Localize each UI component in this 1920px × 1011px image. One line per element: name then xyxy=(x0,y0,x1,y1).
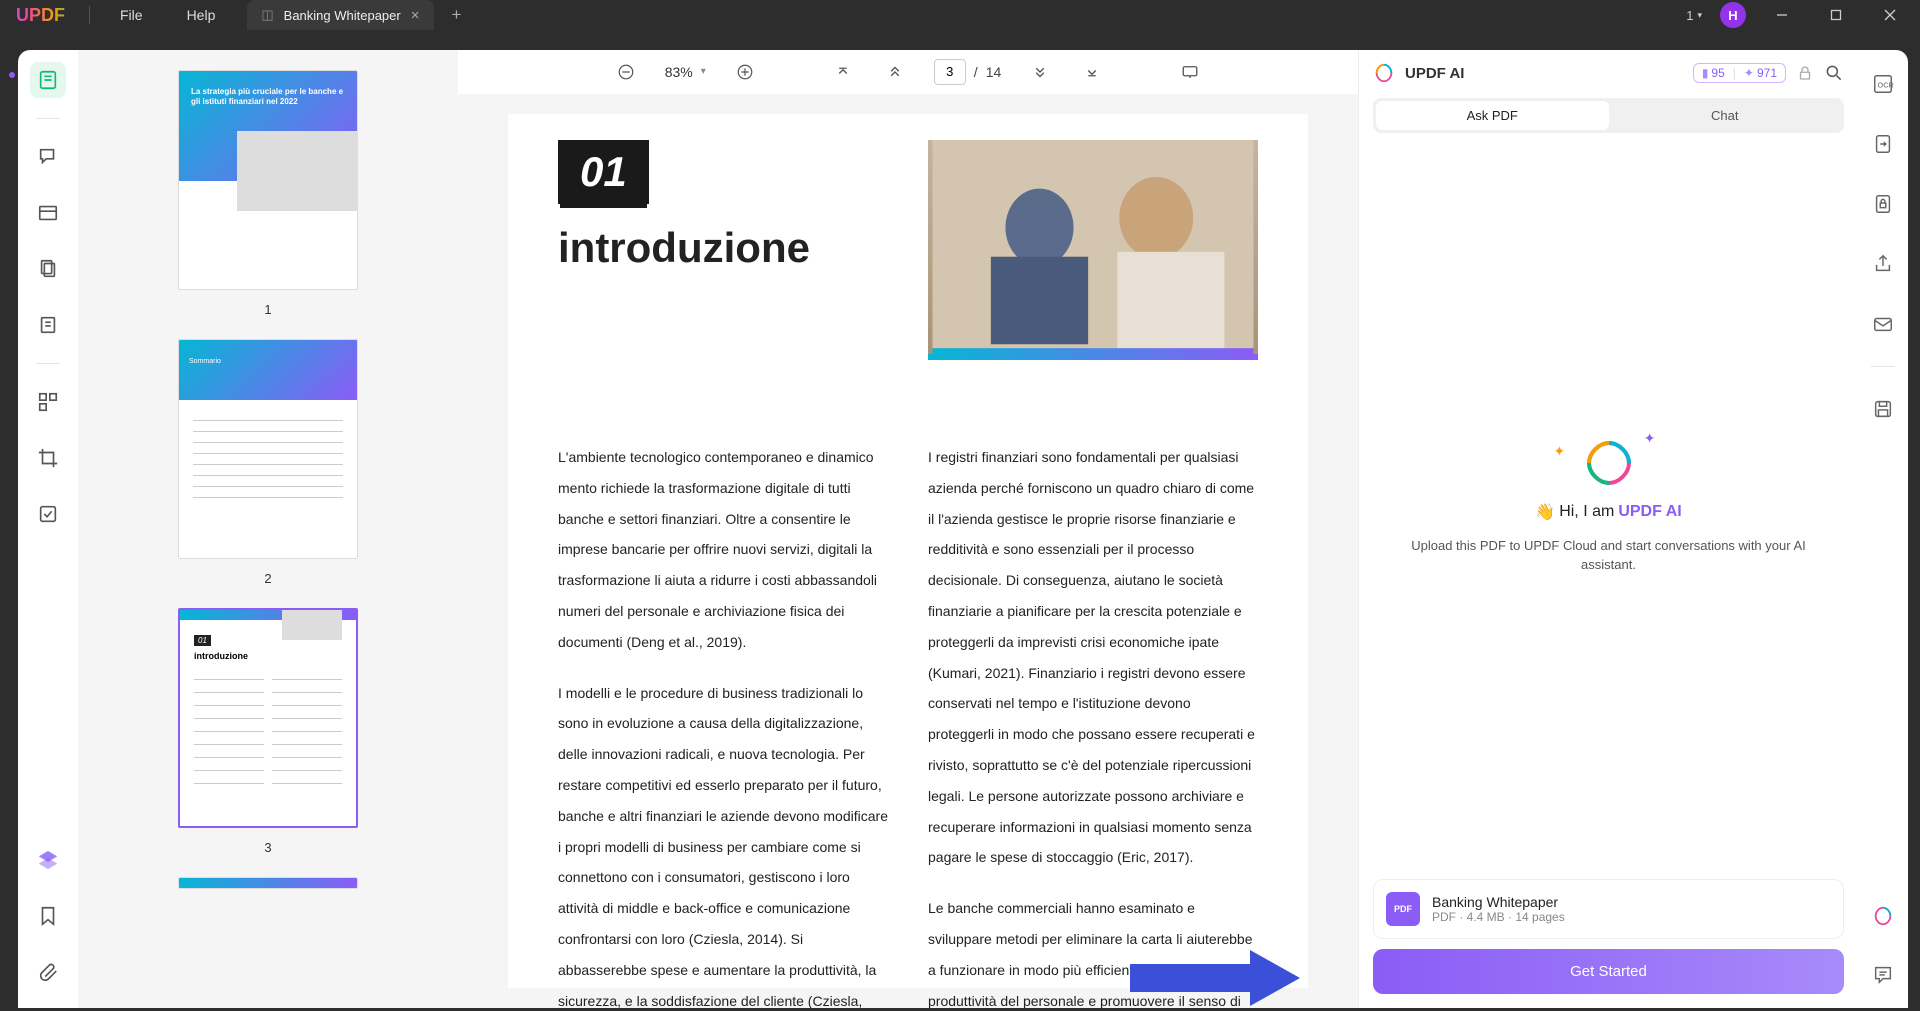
prev-page-button[interactable] xyxy=(882,59,908,85)
section-number: 01 xyxy=(558,140,649,204)
tab-close-icon[interactable]: × xyxy=(411,7,420,24)
tab-doc-icon: ◫ xyxy=(261,7,273,23)
document-viewer: 83%▾ / 14 01 introduzio xyxy=(458,50,1358,1008)
thumbnail-label: 2 xyxy=(264,571,271,586)
last-page-button[interactable] xyxy=(1079,59,1105,85)
ai-panel-title: UPDF AI xyxy=(1405,65,1683,82)
attachment-button[interactable] xyxy=(30,954,66,990)
bookmark-button[interactable] xyxy=(30,898,66,934)
app-logo: UPDF xyxy=(0,5,81,26)
crop-tool-button[interactable] xyxy=(30,440,66,476)
first-page-button[interactable] xyxy=(830,59,856,85)
window-minimize-icon[interactable] xyxy=(1764,0,1800,30)
save-button[interactable] xyxy=(1865,391,1901,427)
window-maximize-icon[interactable] xyxy=(1818,0,1854,30)
chat-icon[interactable] xyxy=(1865,956,1901,992)
ocr-button[interactable]: OCR xyxy=(1865,66,1901,102)
comment-tool-button[interactable] xyxy=(30,139,66,175)
zoom-out-button[interactable] xyxy=(613,59,639,85)
search-icon[interactable] xyxy=(1824,63,1844,83)
ai-file-card: PDF Banking Whitepaper PDF · 4.4 MB · 14… xyxy=(1373,879,1844,939)
thumbnail-page-1[interactable]: La strategia più cruciale per le banche … xyxy=(178,70,358,290)
document-toolbar: 83%▾ / 14 xyxy=(458,50,1358,94)
edit-tool-button[interactable] xyxy=(30,195,66,231)
thumbnail-label: 3 xyxy=(264,840,271,855)
text-column-right: I registri finanziari sono fondamentali … xyxy=(928,442,1258,1008)
ai-file-meta: PDF · 4.4 MB · 14 pages xyxy=(1432,910,1565,924)
text-column-left: L'ambiente tecnologico contemporaneo e d… xyxy=(558,442,888,1008)
document-page: 01 introduzione L'ambiente tecnologico c… xyxy=(508,114,1308,988)
menu-help[interactable]: Help xyxy=(165,7,238,23)
reader-tool-button[interactable] xyxy=(30,62,66,98)
pdf-file-icon: PDF xyxy=(1386,892,1420,926)
page-tool-button[interactable] xyxy=(30,251,66,287)
thumbnail-page-4[interactable] xyxy=(178,877,358,889)
menu-file[interactable]: File xyxy=(98,7,165,23)
thumbnail-page-3[interactable]: 01 introduzione xyxy=(178,608,358,828)
ai-file-name: Banking Whitepaper xyxy=(1432,894,1565,910)
page-number-input[interactable] xyxy=(934,59,966,85)
ai-tab-chat[interactable]: Chat xyxy=(1609,101,1842,130)
annotation-arrow-icon xyxy=(1130,950,1300,1006)
add-tab-button[interactable]: + xyxy=(452,5,462,25)
document-tab[interactable]: ◫ Banking Whitepaper × xyxy=(247,0,433,30)
get-started-button[interactable]: Get Started xyxy=(1373,949,1844,994)
tab-label: Banking Whitepaper xyxy=(284,8,401,23)
layers-button[interactable] xyxy=(30,842,66,878)
ai-description: Upload this PDF to UPDF Cloud and start … xyxy=(1409,536,1809,575)
thumbnail-page-2[interactable]: Sommario xyxy=(178,339,358,559)
ai-tab-ask-pdf[interactable]: Ask PDF xyxy=(1376,101,1609,130)
page-separator: / xyxy=(974,64,978,80)
ai-hero-logo-icon: ✦ ✦ xyxy=(1584,438,1634,488)
email-button[interactable] xyxy=(1865,306,1901,342)
ai-tabs: Ask PDF Chat xyxy=(1373,98,1844,133)
ai-panel: UPDF AI ▮95 | ✦971 Ask PDF Chat ✦ ✦ 👋Hi,… xyxy=(1358,50,1858,1008)
organize-tool-button[interactable] xyxy=(30,384,66,420)
window-close-icon[interactable] xyxy=(1872,0,1908,30)
left-tool-rail xyxy=(18,50,78,1008)
redact-tool-button[interactable] xyxy=(30,496,66,532)
next-page-button[interactable] xyxy=(1027,59,1053,85)
window-count-dropdown[interactable]: 1▾ xyxy=(1686,8,1702,23)
form-tool-button[interactable] xyxy=(30,307,66,343)
presentation-button[interactable] xyxy=(1177,59,1203,85)
share-button[interactable] xyxy=(1865,246,1901,282)
ai-credits-badge[interactable]: ▮95 | ✦971 xyxy=(1693,63,1786,83)
convert-button[interactable] xyxy=(1865,126,1901,162)
page-total: 14 xyxy=(986,64,1002,80)
zoom-in-button[interactable] xyxy=(732,59,758,85)
svg-text:OCR: OCR xyxy=(1878,81,1894,90)
ai-greeting: 👋Hi, I am UPDF AI xyxy=(1535,502,1681,522)
titlebar: UPDF File Help ◫ Banking Whitepaper × + … xyxy=(0,0,1920,30)
page-hero-image xyxy=(928,140,1258,360)
thumbnail-panel: La strategia più cruciale per le banche … xyxy=(78,50,458,1008)
lock-icon[interactable] xyxy=(1796,64,1814,82)
zoom-level-dropdown[interactable]: 83%▾ xyxy=(665,64,706,80)
protect-button[interactable] xyxy=(1865,186,1901,222)
user-avatar[interactable]: H xyxy=(1720,2,1746,28)
updf-ai-logo-icon xyxy=(1373,62,1395,84)
ai-assistant-icon[interactable] xyxy=(1865,898,1901,934)
right-tool-rail: OCR xyxy=(1858,50,1908,1008)
thumbnail-label: 1 xyxy=(264,302,271,317)
